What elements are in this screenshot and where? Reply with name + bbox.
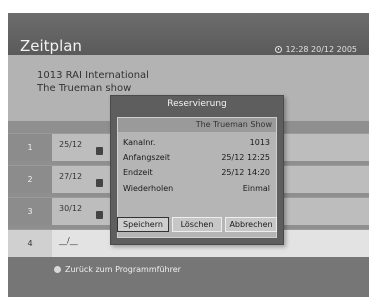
dialog-title: Reservierung	[167, 99, 227, 109]
timer-icon	[96, 147, 103, 155]
cancel-button[interactable]: Abbrechen	[225, 217, 277, 232]
back-label: Zurück zum Programmführer	[65, 265, 181, 274]
row-date: 27/12	[59, 172, 83, 181]
channel-number-value[interactable]: 1013	[250, 138, 270, 147]
row-number: 2	[8, 166, 52, 193]
save-button[interactable]: Speichern	[117, 217, 169, 232]
reservation-dialog: Reservierung The Trueman Show Kanalnr. 1…	[110, 95, 284, 245]
datetime-text: 12:28 20/12 2005	[285, 45, 357, 54]
repeat-value[interactable]: Einmal	[243, 184, 270, 193]
end-time-value[interactable]: 25/12 14:20	[221, 168, 270, 177]
row-date: 30/12	[59, 204, 83, 213]
channel-number-label: Kanalnr.	[123, 138, 156, 147]
remote-button-icon	[54, 266, 61, 273]
repeat-label: Wiederholen	[123, 184, 174, 193]
end-time-label: Endzeit	[123, 168, 153, 177]
footer: Zurück zum Programmführer	[8, 257, 369, 297]
back-to-guide[interactable]: Zurück zum Programmführer	[54, 265, 181, 274]
timer-icon	[96, 211, 103, 219]
clock: 12:28 20/12 2005	[275, 45, 357, 54]
row-number: 3	[8, 198, 52, 225]
clock-icon	[275, 46, 283, 53]
row-number: 4	[8, 230, 52, 257]
row-number: 1	[8, 134, 52, 161]
program-name: The Trueman show	[37, 83, 132, 94]
dialog-program-name: The Trueman Show	[118, 118, 276, 132]
row-date: 25/12	[59, 140, 83, 149]
channel-name: 1013 RAI International	[37, 70, 149, 81]
timer-icon	[96, 179, 103, 187]
tv-screen: Zeitplan 12:28 20/12 2005 1013 RAI Inter…	[8, 13, 369, 297]
start-time-value[interactable]: 25/12 12:25	[221, 153, 270, 162]
dialog-buttons: Speichern Löschen Abbrechen	[117, 217, 277, 233]
start-time-label: Anfangszeit	[123, 153, 171, 162]
delete-button[interactable]: Löschen	[172, 217, 222, 232]
row-date: __/__	[59, 236, 78, 245]
page-title: Zeitplan	[20, 37, 82, 55]
header: Zeitplan 12:28 20/12 2005	[8, 13, 369, 55]
